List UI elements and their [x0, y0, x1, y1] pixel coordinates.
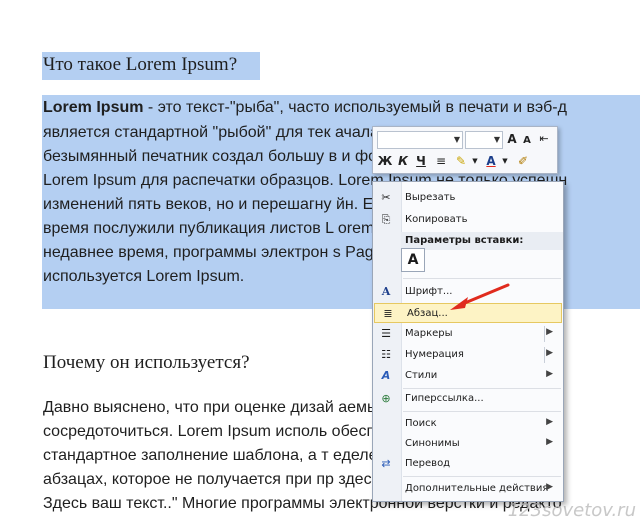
menu-separator: [403, 278, 561, 279]
para2-line-3: стандартное заполнение шаблона, а т едел…: [43, 447, 405, 464]
mini-toolbar: ▼ ▼ A A ⇤ Ж К Ч ≡ ✎ ▼ A ▼ ✐: [372, 126, 558, 174]
menu-item-label: Дополнительные действия: [405, 483, 549, 494]
menu-item-label: Копировать: [405, 214, 468, 225]
menu-separator: [403, 411, 561, 412]
paste-keep-text-button[interactable]: A: [401, 248, 425, 272]
menu-item-label: Синонимы: [405, 438, 460, 449]
menu-item-synonyms[interactable]: Синонимы ▶: [373, 434, 563, 454]
chevron-right-icon: ▶: [546, 327, 553, 337]
align-center-icon[interactable]: ≡: [433, 152, 449, 170]
para2-line-4: абзацах, которое не получается при пр зд…: [43, 471, 415, 488]
selection-para1-last: [42, 287, 288, 309]
menu-item-translate[interactable]: ⇄ Перевод: [373, 454, 563, 474]
chevron-right-icon: ▶: [546, 437, 553, 447]
menu-item-numbering[interactable]: ☷ Нумерация ▶: [373, 345, 563, 365]
chevron-down-icon[interactable]: ▼: [497, 152, 513, 170]
menu-item-paragraph[interactable]: ≣ Абзац...: [374, 303, 562, 323]
menu-item-styles[interactable]: A Стили ▶: [373, 366, 563, 386]
scissors-icon: ✂: [381, 191, 391, 204]
bold-button[interactable]: Ж: [377, 152, 393, 170]
menu-item-more-actions[interactable]: Дополнительные действия ▶: [373, 479, 563, 499]
para2-line-2: сосредоточиться. Lorem Ipsum исполь обес…: [43, 423, 410, 440]
shrink-font-button[interactable]: A: [519, 132, 535, 150]
menu-item-bullets[interactable]: ☰ Маркеры ▶: [373, 324, 563, 344]
copy-icon: ⎘: [381, 213, 391, 226]
menu-item-label: Нумерация: [405, 349, 464, 360]
styles-icon: A: [381, 369, 391, 382]
heading-why-used: Почему он используется?: [43, 352, 250, 373]
menu-item-label: Шрифт...: [405, 286, 453, 297]
paste-options-label: Параметры вставки:: [405, 235, 524, 246]
menu-item-hyperlink[interactable]: ⊕ Гиперссылка...: [373, 389, 563, 409]
menu-item-search[interactable]: Поиск ▶: [373, 414, 563, 434]
para1-line-1: Lorem Ipsum - это текст-"рыба", часто ис…: [43, 99, 567, 116]
font-size-combo[interactable]: ▼: [465, 131, 503, 149]
bullets-icon: ☰: [381, 327, 391, 340]
paragraph-icon: ≣: [383, 307, 393, 320]
menu-item-font[interactable]: A Шрифт...: [373, 282, 563, 302]
para1-line-8: используется Lorem Ipsum.: [43, 268, 245, 285]
chevron-right-icon: ▶: [546, 482, 553, 492]
format-painter-icon[interactable]: ✐: [515, 152, 531, 170]
chevron-down-icon: ▼: [453, 135, 460, 144]
chevron-down-icon: ▼: [493, 135, 500, 144]
para1-line-7: недавнее время, программы электрон s Pag…: [43, 244, 405, 261]
menu-item-label: Маркеры: [405, 328, 453, 339]
menu-item-label: Стили: [405, 370, 438, 381]
menu-item-label: Гиперссылка...: [405, 393, 484, 404]
para1-line-6: время послужили публикация листов L orem…: [43, 220, 410, 237]
numbering-icon: ☷: [381, 348, 391, 361]
menu-item-label: Вырезать: [405, 192, 456, 203]
chevron-right-icon: ▶: [546, 369, 553, 379]
menu-item-label: Поиск: [405, 418, 437, 429]
watermark: 123sovetov.ru: [507, 500, 636, 521]
context-menu: ✂ Вырезать ⎘ Копировать Параметры вставк…: [372, 181, 564, 502]
menu-item-cut[interactable]: ✂ Вырезать: [373, 188, 563, 208]
paste-options-header: Параметры вставки:: [401, 232, 563, 250]
para1-line-3: безымянный печатник создал большу в и фо…: [43, 148, 397, 165]
chevron-right-icon: ▶: [546, 417, 553, 427]
italic-button[interactable]: К: [395, 152, 411, 170]
font-icon: A: [381, 285, 391, 298]
menu-separator: [403, 476, 561, 477]
menu-item-label: Перевод: [405, 458, 451, 469]
para1-line-2: является стандартной "рыбой" для тек ача…: [43, 124, 410, 141]
translate-icon: ⇄: [381, 457, 391, 470]
hyperlink-icon: ⊕: [381, 392, 391, 405]
menu-item-copy[interactable]: ⎘ Копировать: [373, 210, 563, 230]
decrease-indent-icon[interactable]: ⇤: [536, 130, 552, 148]
font-name-combo[interactable]: ▼: [377, 131, 463, 149]
submenu-divider: [544, 326, 545, 342]
menu-item-label: Абзац...: [407, 308, 448, 319]
submenu-divider: [544, 347, 545, 363]
para2-line-1: Давно выяснено, что при оценке дизай аем…: [43, 399, 424, 416]
para1-line-5: изменений пять веков, но и перешагну йн.…: [43, 196, 410, 213]
underline-button[interactable]: Ч: [413, 152, 429, 170]
chevron-right-icon: ▶: [546, 348, 553, 358]
chevron-down-icon[interactable]: ▼: [467, 152, 483, 170]
heading-what-is: Что такое Lorem Ipsum?: [43, 54, 238, 75]
grow-font-button[interactable]: A: [504, 130, 520, 148]
